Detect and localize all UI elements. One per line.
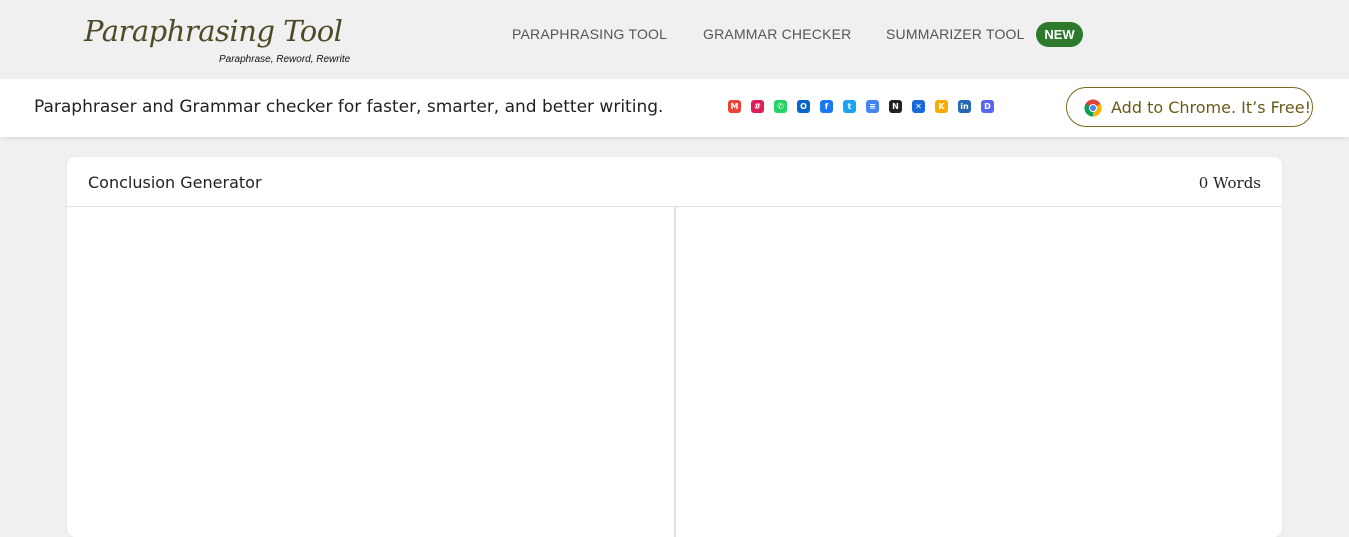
word-count: 0 Words [1198,174,1261,192]
nav-link-summarizer-tool[interactable]: SUMMARIZER TOOL [886,26,1025,42]
whatsapp-icon[interactable]: ✆ [774,100,787,113]
confluence-icon[interactable]: ✕ [912,100,925,113]
logo-tagline: Paraphrase, Reword, Rewrite [219,54,351,65]
new-badge: NEW [1036,22,1083,47]
nav-link-paraphrasing-tool[interactable]: PARAPHRASING TOOL [512,26,667,42]
tool-card: Conclusion Generator 0 Words [67,157,1282,537]
banner-tagline: Paraphraser and Grammar checker for fast… [34,97,664,117]
google-keep-icon[interactable]: K [935,100,948,113]
top-navigation: Paraphrasing Tool Paraphrase, Reword, Re… [0,0,1349,79]
discord-icon[interactable]: D [981,100,994,113]
outlook-icon[interactable]: O [797,100,810,113]
promo-banner: Paraphraser and Grammar checker for fast… [0,79,1349,137]
notion-icon[interactable]: N [889,100,902,113]
linkedin-icon[interactable]: in [958,100,971,113]
twitter-icon[interactable]: t [843,100,856,113]
google-docs-icon[interactable]: ≡ [866,100,879,113]
slack-icon[interactable]: # [751,100,764,113]
add-to-chrome-button[interactable]: Add to Chrome. It’s Free! [1066,87,1313,127]
site-logo[interactable]: Paraphrasing Tool Paraphrase, Reword, Re… [84,14,364,70]
input-textarea[interactable] [67,207,674,537]
tool-title: Conclusion Generator [88,173,262,192]
add-to-chrome-label: Add to Chrome. It’s Free! [1111,98,1312,117]
logo-wordmark: Paraphrasing Tool [84,14,343,48]
gmail-icon[interactable]: M [728,100,741,113]
nav-link-grammar-checker[interactable]: GRAMMAR CHECKER [703,26,851,42]
facebook-icon[interactable]: f [820,100,833,113]
output-pane [676,207,1282,537]
card-header: Conclusion Generator 0 Words [67,157,1282,207]
chrome-icon [1084,99,1102,117]
